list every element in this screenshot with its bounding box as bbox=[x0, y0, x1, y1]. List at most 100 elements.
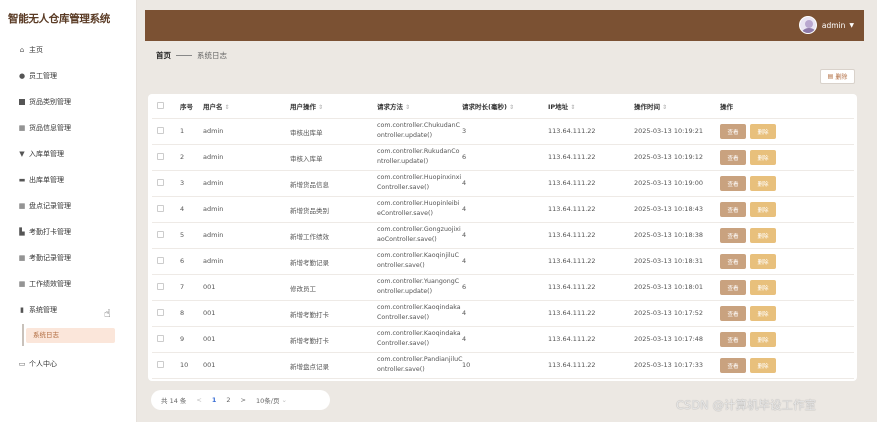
next-page-button[interactable]: > bbox=[241, 396, 246, 404]
breadcrumb-home[interactable]: 首页 bbox=[156, 50, 171, 61]
delete-button[interactable]: 删除 bbox=[750, 254, 776, 269]
cell-username: 001 bbox=[203, 309, 216, 317]
sidebar-item-label: 系统管理 bbox=[29, 306, 57, 314]
view-button[interactable]: 查看 bbox=[720, 332, 746, 347]
cell-method: com.controller.PandianjiluC ontroller.sav… bbox=[377, 356, 463, 373]
column-header-actions: 操作 bbox=[720, 103, 733, 111]
cell-time: 2025-03-13 10:17:52 bbox=[634, 309, 704, 317]
cell-duration: 4 bbox=[462, 257, 467, 265]
prev-page-button[interactable]: < bbox=[196, 396, 201, 404]
cell-username: 001 bbox=[203, 361, 216, 369]
cell-method: com.controller.Gongzuojixi aoController.s… bbox=[377, 226, 461, 243]
delete-button[interactable]: 删除 bbox=[750, 176, 776, 191]
cell-method: com.controller.Kaoqindaka Controller.save… bbox=[377, 330, 461, 347]
delete-button[interactable]: 删除 bbox=[750, 150, 776, 165]
column-header-method[interactable]: 请求方法 ⇕ bbox=[377, 101, 410, 111]
row-checkbox[interactable] bbox=[157, 231, 164, 238]
view-button[interactable]: 查看 bbox=[720, 176, 746, 191]
column-header-duration[interactable]: 请求时长(毫秒) ⇕ bbox=[462, 101, 514, 111]
cell-duration: 6 bbox=[462, 153, 467, 161]
column-header-time[interactable]: 操作时间 ⇕ bbox=[634, 101, 667, 111]
view-button[interactable]: 查看 bbox=[720, 124, 746, 139]
cell-username: 001 bbox=[203, 335, 216, 343]
view-button[interactable]: 查看 bbox=[720, 280, 746, 295]
sidebar-item-staff[interactable]: ● 员工管理 bbox=[18, 69, 57, 83]
view-button[interactable]: 查看 bbox=[720, 202, 746, 217]
breadcrumb-separator bbox=[176, 55, 192, 56]
sidebar-item-home[interactable]: ⌂ 主页 bbox=[18, 43, 43, 57]
cell-operation: 新增考勤打卡 bbox=[290, 311, 329, 319]
sidebar-subitem-syslog[interactable]: 系统日志 bbox=[26, 328, 115, 343]
row-checkbox[interactable] bbox=[157, 361, 164, 368]
cell-ip: 113.64.111.22 bbox=[548, 361, 596, 369]
column-header-ip[interactable]: IP地址 ⇕ bbox=[548, 101, 575, 111]
delete-button[interactable]: 删除 bbox=[750, 228, 776, 243]
list-icon bbox=[19, 99, 25, 105]
sidebar-item-label: 入库单管理 bbox=[29, 150, 64, 158]
cell-username: admin bbox=[203, 153, 224, 161]
sidebar-item-category[interactable]: 货品类别管理 bbox=[18, 95, 71, 109]
breadcrumb: 首页 系统日志 bbox=[156, 50, 227, 61]
sidebar-item-inventory[interactable]: ▦ 盘点记录管理 bbox=[18, 199, 71, 213]
column-header-no: 序号 bbox=[180, 103, 193, 111]
row-checkbox[interactable] bbox=[157, 335, 164, 342]
home-icon: ⌂ bbox=[19, 46, 25, 54]
view-button[interactable]: 查看 bbox=[720, 306, 746, 321]
trash-icon: ▮ bbox=[20, 306, 24, 314]
sidebar-item-label: 考勤打卡管理 bbox=[29, 228, 71, 236]
row-checkbox[interactable] bbox=[157, 257, 164, 264]
row-checkbox[interactable] bbox=[157, 179, 164, 186]
select-all-checkbox[interactable] bbox=[157, 102, 164, 109]
cell-operation: 审核入库单 bbox=[290, 155, 323, 163]
cell-time: 2025-03-13 10:17:33 bbox=[634, 361, 704, 369]
cell-ip: 113.64.111.22 bbox=[548, 127, 596, 135]
cell-duration: 4 bbox=[462, 231, 467, 239]
sidebar-item-performance[interactable]: ▦ 工作绩效管理 bbox=[18, 277, 71, 291]
sidebar-item-inbound[interactable]: ▼ 入库单管理 bbox=[18, 147, 64, 161]
cell-duration: 4 bbox=[462, 335, 467, 343]
sidebar-item-attendance[interactable]: ▦ 考勤记录管理 bbox=[18, 251, 71, 265]
delete-button[interactable]: 删除 bbox=[750, 280, 776, 295]
cell-ip: 113.64.111.22 bbox=[548, 205, 596, 213]
shield-icon: ▼ bbox=[19, 150, 25, 158]
cell-method: com.controller.Huopinleibi eController.sa… bbox=[377, 200, 460, 217]
sidebar-item-profile[interactable]: ▭ 个人中心 bbox=[18, 357, 57, 371]
row-checkbox[interactable] bbox=[157, 153, 164, 160]
row-checkbox[interactable] bbox=[157, 127, 164, 134]
column-header-username[interactable]: 用户名 ⇕ bbox=[203, 101, 230, 111]
sort-icon: ⇕ bbox=[662, 104, 668, 111]
sidebar-item-system[interactable]: ▮ 系统管理 bbox=[18, 303, 57, 317]
user-menu[interactable]: admin ▼ bbox=[798, 16, 854, 34]
view-button[interactable]: 查看 bbox=[720, 254, 746, 269]
row-checkbox[interactable] bbox=[157, 283, 164, 290]
cell-no: 8 bbox=[180, 309, 185, 317]
delete-button[interactable]: 删除 bbox=[750, 332, 776, 347]
delete-button[interactable]: 删除 bbox=[750, 306, 776, 321]
cell-time: 2025-03-13 10:17:48 bbox=[634, 335, 704, 343]
column-header-operation[interactable]: 用户操作 ⇕ bbox=[290, 101, 323, 111]
batch-delete-label: 删除 bbox=[835, 74, 848, 81]
batch-delete-button[interactable]: ▤ 删除 bbox=[820, 69, 855, 84]
view-button[interactable]: 查看 bbox=[720, 358, 746, 373]
sidebar-item-outbound[interactable]: ▬ 出库单管理 bbox=[18, 173, 64, 187]
cell-operation: 修改员工 bbox=[290, 285, 316, 293]
delete-button[interactable]: 删除 bbox=[750, 202, 776, 217]
username: admin bbox=[821, 20, 846, 30]
cell-duration: 10 bbox=[462, 361, 471, 369]
row-checkbox[interactable] bbox=[157, 309, 164, 316]
cell-operation: 新增货品类别 bbox=[290, 207, 329, 215]
cell-method: com.controller.ChukudanC ontroller.update… bbox=[377, 122, 460, 139]
sidebar-item-goods[interactable]: ▦ 货品信息管理 bbox=[18, 121, 71, 135]
delete-button[interactable]: 删除 bbox=[750, 124, 776, 139]
cell-time: 2025-03-13 10:19:00 bbox=[634, 179, 704, 187]
page-size-select[interactable]: 10条/页 bbox=[256, 395, 279, 405]
row-divider bbox=[152, 274, 854, 275]
sidebar-item-checkin[interactable]: ▙ 考勤打卡管理 bbox=[18, 225, 71, 239]
view-button[interactable]: 查看 bbox=[720, 150, 746, 165]
view-button[interactable]: 查看 bbox=[720, 228, 746, 243]
row-checkbox[interactable] bbox=[157, 205, 164, 212]
cell-username: admin bbox=[203, 127, 224, 135]
page-1-button[interactable]: 1 bbox=[212, 396, 217, 404]
page-2-button[interactable]: 2 bbox=[226, 396, 230, 404]
delete-button[interactable]: 删除 bbox=[750, 358, 776, 373]
